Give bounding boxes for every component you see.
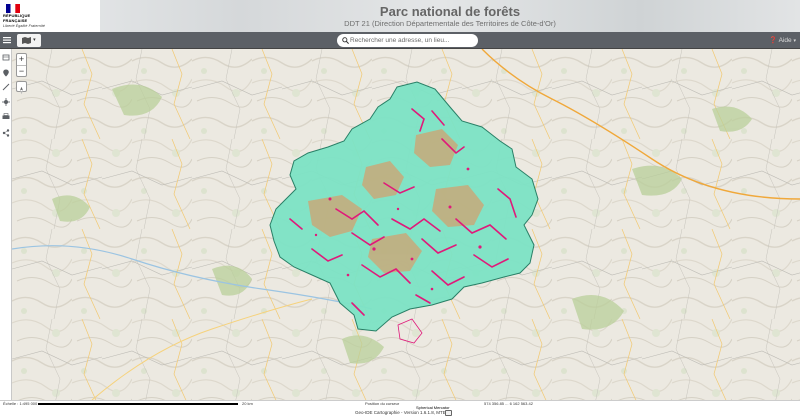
scale-bar — [38, 403, 238, 405]
layers-icon[interactable] — [1, 54, 11, 64]
page-title: Parc national de forêts — [379, 4, 521, 19]
version-info: Geo-IDE Cartographie - Version 1.6.1.8, … — [355, 410, 449, 415]
draw-icon[interactable] — [1, 83, 11, 93]
status-bar: Échelle : 1:495 000 20 km Position du cu… — [0, 400, 800, 416]
share-icon[interactable] — [1, 129, 11, 139]
search-input[interactable] — [350, 35, 474, 46]
side-panel — [0, 49, 12, 400]
marianne-flag-icon — [6, 4, 20, 13]
republique-francaise-logo: RÉPUBLIQUE FRANÇAISE Liberté Égalité Fra… — [0, 0, 100, 32]
print-icon[interactable] — [1, 113, 11, 123]
menu-icon — [3, 37, 11, 44]
reset-north-button[interactable] — [16, 81, 27, 95]
zoom-in-button[interactable]: + — [17, 54, 26, 65]
info-icon[interactable] — [445, 410, 452, 416]
cursor-coordinates: 574 356.85 ... 6 162 563.42 — [484, 401, 533, 406]
status-row: Échelle : 1:495 000 20 km Position du cu… — [0, 401, 800, 409]
search-icon — [342, 37, 349, 44]
basemap-switcher-button[interactable]: ▾ — [17, 34, 41, 47]
zoom-control: + − — [16, 53, 27, 77]
map-svg — [12, 49, 800, 400]
search-box[interactable] — [337, 34, 478, 47]
toolbar: ▾ ❓ Aide ▾ — [0, 32, 800, 49]
cursor-position-label: Position du curseur — [365, 401, 400, 406]
zoom-out-button[interactable]: − — [17, 65, 26, 76]
scale-label: Échelle : 1:495 000 — [3, 401, 38, 406]
scale-end-label: 20 km — [242, 401, 253, 406]
logo-line-2: FRANÇAISE — [3, 17, 28, 23]
app-window: RÉPUBLIQUE FRANÇAISE Liberté Égalité Fra… — [0, 0, 800, 416]
chevron-down-icon: ▾ — [793, 38, 796, 44]
chevron-down-icon: ▾ — [33, 37, 36, 43]
help-button[interactable]: ❓ Aide ▾ — [769, 35, 796, 46]
menu-button[interactable] — [2, 34, 12, 47]
map-layers-icon — [22, 37, 32, 44]
target-icon[interactable] — [1, 98, 11, 108]
location-pin-icon[interactable] — [1, 69, 11, 79]
page-subtitle: DDT 21 (Direction Départementale des Ter… — [344, 19, 556, 28]
map-canvas[interactable]: + − — [12, 49, 800, 400]
logo-motto: Liberté Égalité Fraternité — [3, 23, 45, 28]
help-icon: ❓ — [769, 37, 778, 44]
compass-icon — [20, 86, 23, 95]
header-banner: RÉPUBLIQUE FRANÇAISE Liberté Égalité Fra… — [0, 0, 800, 32]
help-label: Aide — [778, 37, 792, 44]
